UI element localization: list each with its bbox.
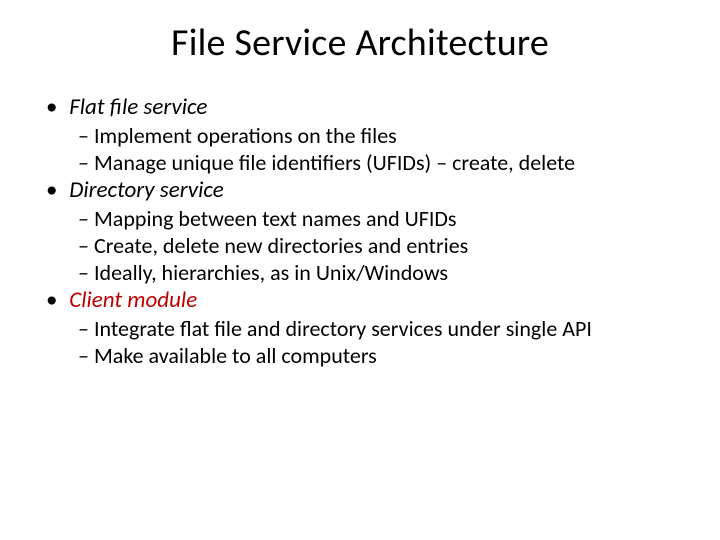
dash-icon: – bbox=[78, 206, 94, 232]
bullet-level2: –Make available to all computers bbox=[78, 343, 680, 369]
bullet-text: Implement operations on the files bbox=[94, 122, 397, 149]
slide: File Service Architecture • Flat file se… bbox=[0, 0, 720, 540]
bullet-text: Make available to all computers bbox=[94, 342, 377, 369]
bullet-level2: –Integrate flat file and directory servi… bbox=[78, 316, 680, 342]
bullet-text: Mapping between text names and UFIDs bbox=[94, 205, 457, 232]
bullet-level2: –Ideally, hierarchies, as in Unix/Window… bbox=[78, 260, 680, 286]
bullet-text: Manage unique file identifiers (UFIDs) –… bbox=[94, 149, 575, 176]
bullet-dot-icon: • bbox=[46, 94, 64, 121]
bullet-heading: Client module bbox=[69, 286, 197, 314]
bullet-dot-icon: • bbox=[46, 177, 64, 204]
dash-icon: – bbox=[78, 316, 94, 342]
dash-icon: – bbox=[78, 343, 94, 369]
bullet-dot-icon: • bbox=[46, 287, 64, 314]
bullet-level2: –Implement operations on the files bbox=[78, 123, 680, 149]
bullet-level2: –Mapping between text names and UFIDs bbox=[78, 206, 680, 232]
slide-content: • Flat file service –Implement operation… bbox=[40, 94, 680, 369]
bullet-level1: • Client module bbox=[46, 287, 680, 314]
dash-icon: – bbox=[78, 233, 94, 259]
bullet-text: Ideally, hierarchies, as in Unix/Windows bbox=[94, 259, 448, 286]
dash-icon: – bbox=[78, 123, 94, 149]
dash-icon: – bbox=[78, 260, 94, 286]
bullet-heading: Directory service bbox=[69, 176, 224, 204]
bullet-level2: –Create, delete new directories and entr… bbox=[78, 233, 680, 259]
dash-icon: – bbox=[78, 150, 94, 176]
bullet-text: Create, delete new directories and entri… bbox=[94, 232, 468, 259]
bullet-text: Integrate flat file and directory servic… bbox=[94, 315, 592, 342]
slide-title: File Service Architecture bbox=[40, 20, 680, 66]
bullet-level1: • Flat file service bbox=[46, 94, 680, 121]
bullet-level1: • Directory service bbox=[46, 177, 680, 204]
bullet-heading: Flat file service bbox=[69, 93, 207, 121]
bullet-level2: –Manage unique file identifiers (UFIDs) … bbox=[78, 150, 680, 176]
